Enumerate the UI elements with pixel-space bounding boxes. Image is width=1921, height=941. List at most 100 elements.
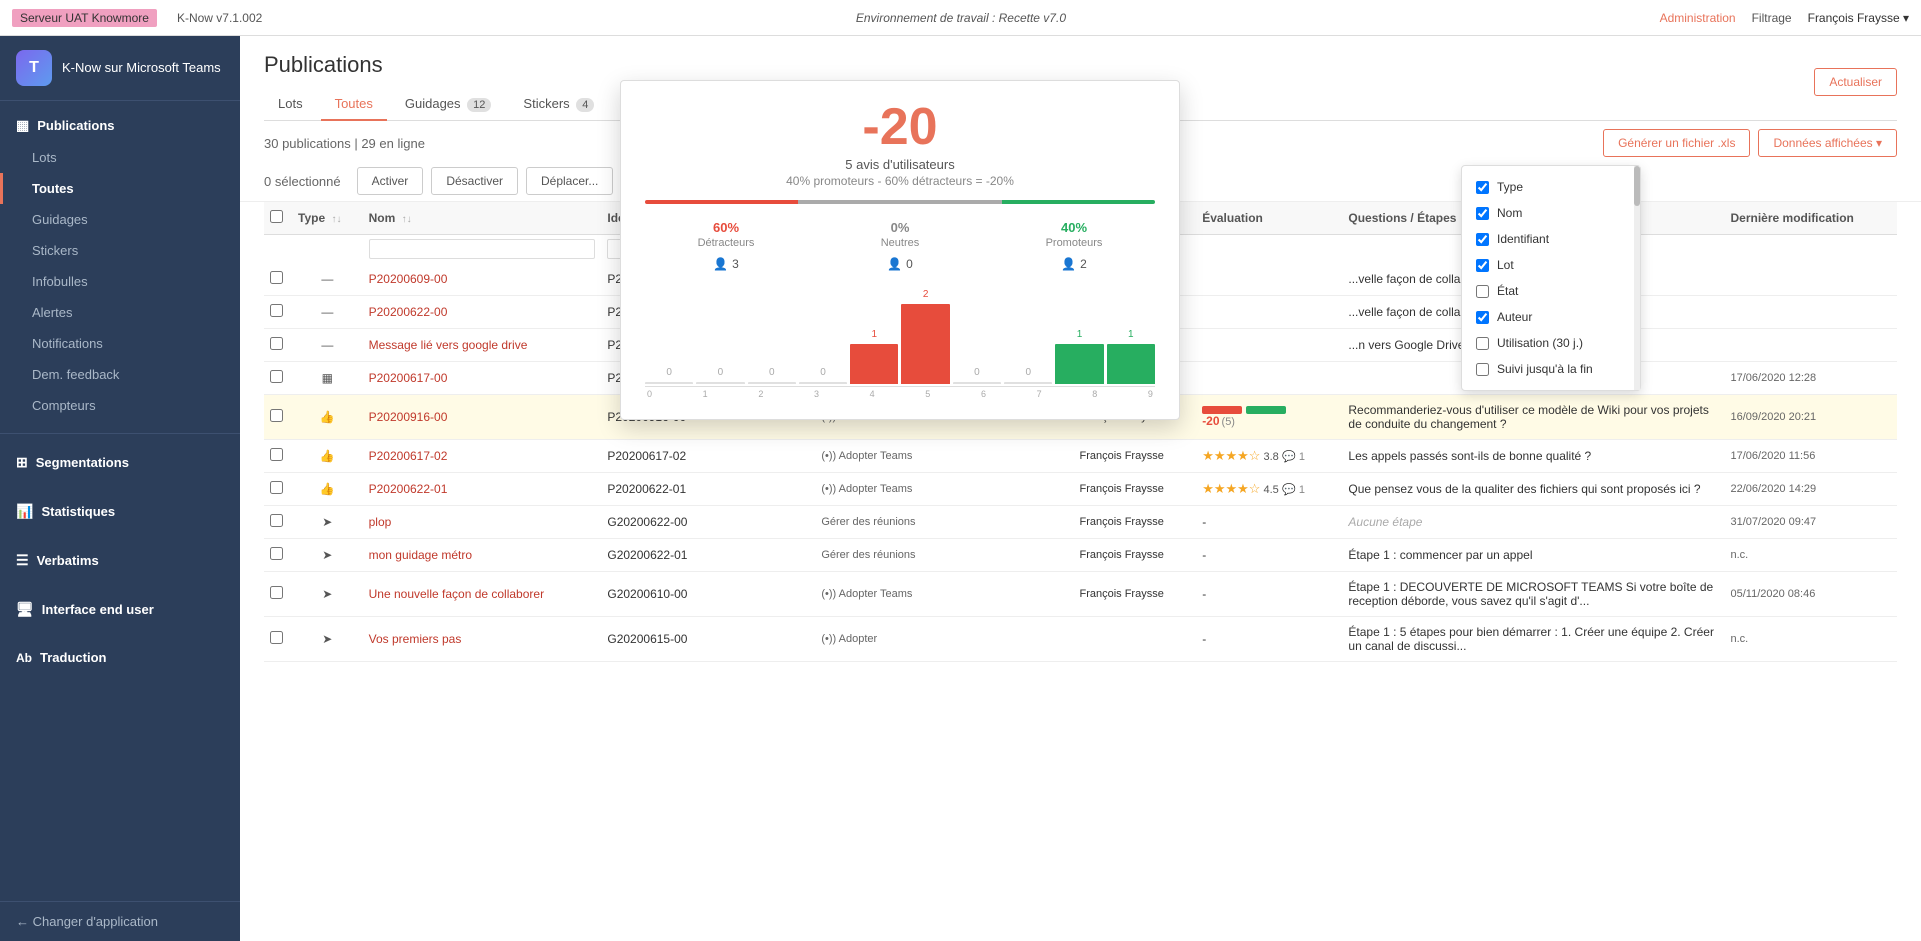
sidebar-header-publications[interactable]: ▦ Publications xyxy=(0,109,240,142)
row-checkbox[interactable] xyxy=(270,547,283,560)
dropdown-item-nom[interactable]: Nom xyxy=(1462,200,1640,226)
row-checkbox-cell xyxy=(264,263,292,296)
row-nom-link[interactable]: P20200617-02 xyxy=(369,449,448,463)
row-nom[interactable]: P20200622-00 xyxy=(363,296,602,329)
activer-button[interactable]: Activer xyxy=(357,167,424,195)
row-nom-link[interactable]: P20200622-00 xyxy=(369,305,448,319)
dropdown-item-auteur[interactable]: Auteur xyxy=(1462,304,1640,330)
row-checkbox[interactable] xyxy=(270,448,283,461)
checkbox-nom[interactable] xyxy=(1476,207,1489,220)
sidebar-item-toutes[interactable]: Toutes xyxy=(0,173,240,204)
change-app-button[interactable]: ← Changer d'application xyxy=(0,901,240,941)
th-type[interactable]: Type ↑↓ xyxy=(292,202,363,235)
row-checkbox[interactable] xyxy=(270,370,283,383)
row-nom-link[interactable]: P20200609-00 xyxy=(369,272,448,286)
dropdown-item-utilisation[interactable]: Utilisation (30 j.) xyxy=(1462,330,1640,356)
sidebar-item-stickers[interactable]: Stickers xyxy=(0,235,240,266)
row-nom[interactable]: P20200617-00 xyxy=(363,362,602,395)
row-checkbox[interactable] xyxy=(270,481,283,494)
checkbox-auteur[interactable] xyxy=(1476,311,1489,324)
dropdown-item-identifiant[interactable]: Identifiant xyxy=(1462,226,1640,252)
row-nom-link[interactable]: P20200622-01 xyxy=(369,482,448,496)
row-nom[interactable]: P20200617-02 xyxy=(363,440,602,473)
checkbox-type[interactable] xyxy=(1476,181,1489,194)
row-nom[interactable]: plop xyxy=(363,506,602,539)
row-nom[interactable]: Vos premiers pas xyxy=(363,617,602,662)
checkbox-utilisation[interactable] xyxy=(1476,337,1489,350)
row-nom-link[interactable]: mon guidage métro xyxy=(369,548,472,562)
user-menu[interactable]: François Fraysse ▾ xyxy=(1808,11,1909,25)
row-checkbox[interactable] xyxy=(270,304,283,317)
sidebar-item-notifications[interactable]: Notifications xyxy=(0,328,240,359)
row-checkbox[interactable] xyxy=(270,409,283,422)
sidebar-item-guidages[interactable]: Guidages xyxy=(0,204,240,235)
tab-lots[interactable]: Lots xyxy=(264,88,317,121)
filter-checkbox-cell xyxy=(264,235,292,264)
checkbox-etat[interactable] xyxy=(1476,285,1489,298)
dropdown-item-lot[interactable]: Lot xyxy=(1462,252,1640,278)
actualiser-button[interactable]: Actualiser xyxy=(1814,68,1897,96)
desactiver-button[interactable]: Désactiver xyxy=(431,167,518,195)
sidebar-item-infobulles[interactable]: Infobulles xyxy=(0,266,240,297)
row-auteur: François Fraysse xyxy=(1073,440,1196,473)
row-nom-link[interactable]: Une nouvelle façon de collaborer xyxy=(369,587,544,601)
sidebar-header-verbatims[interactable]: ☰ Verbatims xyxy=(0,544,240,577)
row-checkbox[interactable] xyxy=(270,271,283,284)
checkbox-suivi[interactable] xyxy=(1476,363,1489,376)
row-nom-link[interactable]: Message lié vers google drive xyxy=(369,338,528,352)
sidebar-item-lots[interactable]: Lots xyxy=(0,142,240,173)
sidebar-item-dem-feedback[interactable]: Dem. feedback xyxy=(0,359,240,390)
th-evaluation[interactable]: Évaluation xyxy=(1196,202,1342,235)
nps-score-display: -20 xyxy=(1202,414,1219,428)
row-nom[interactable]: mon guidage métro xyxy=(363,539,602,572)
generer-xls-button[interactable]: Générer un fichier .xls xyxy=(1603,129,1750,157)
tab-stickers[interactable]: Stickers 4 xyxy=(509,88,608,121)
th-date[interactable]: Dernière modification xyxy=(1725,202,1898,235)
row-nom-link[interactable]: P20200916-00 xyxy=(369,410,448,424)
logo-text: K-Now sur Microsoft Teams xyxy=(62,60,221,77)
admin-link[interactable]: Administration xyxy=(1660,11,1736,25)
tab-toutes[interactable]: Toutes xyxy=(321,88,387,121)
row-nom[interactable]: Une nouvelle façon de collaborer xyxy=(363,572,602,617)
row-checkbox[interactable] xyxy=(270,514,283,527)
nps-axis-label-9: 9 xyxy=(1148,389,1153,399)
row-checkbox-cell xyxy=(264,440,292,473)
nps-axis-label-4: 4 xyxy=(870,389,875,399)
select-all-checkbox[interactable] xyxy=(270,210,283,223)
row-checkbox[interactable] xyxy=(270,337,283,350)
dropdown-item-suivi[interactable]: Suivi jusqu'à la fin xyxy=(1462,356,1640,382)
sidebar-item-compteurs[interactable]: Compteurs xyxy=(0,390,240,421)
sidebar-header-interface[interactable]: 🖥 Interface end user xyxy=(0,593,240,626)
donnees-affichees-button[interactable]: Données affichées ▾ xyxy=(1758,129,1897,157)
row-nom-link[interactable]: plop xyxy=(369,515,392,529)
sidebar-header-statistiques[interactable]: 📊 Statistiques xyxy=(0,495,240,528)
row-nom[interactable]: P20200622-01 xyxy=(363,473,602,506)
tab-guidages[interactable]: Guidages 12 xyxy=(391,88,506,121)
filtrage-link[interactable]: Filtrage xyxy=(1752,11,1792,25)
topbar: Serveur UAT Knowmore K-Now v7.1.002 Envi… xyxy=(0,0,1921,36)
nps-detracteurs-pct: 60% xyxy=(645,220,807,235)
filter-nom-input[interactable] xyxy=(369,239,596,259)
nps-bar-0 xyxy=(645,382,693,384)
th-nom[interactable]: Nom ↑↓ xyxy=(363,202,602,235)
checkbox-lot[interactable] xyxy=(1476,259,1489,272)
row-nom[interactable]: P20200916-00 xyxy=(363,395,602,440)
logo-icon: T xyxy=(16,50,52,86)
row-nom[interactable]: P20200609-00 xyxy=(363,263,602,296)
sidebar-header-traduction[interactable]: Ab Traduction xyxy=(0,642,240,673)
row-nom-link[interactable]: P20200617-00 xyxy=(369,371,448,385)
checkbox-identifiant[interactable] xyxy=(1476,233,1489,246)
deplacer-button[interactable]: Déplacer... xyxy=(526,167,613,195)
row-nom-link[interactable]: Vos premiers pas xyxy=(369,632,462,646)
rating-value: 4.5 xyxy=(1263,484,1278,496)
table-row: ➤mon guidage métroG20200622-01Gérer des … xyxy=(264,539,1897,572)
row-checkbox[interactable] xyxy=(270,631,283,644)
sidebar-item-alertes[interactable]: Alertes xyxy=(0,297,240,328)
nps-neutres-count: 👤 0 xyxy=(819,257,981,271)
row-nom[interactable]: Message lié vers google drive xyxy=(363,329,602,362)
row-etat xyxy=(1029,440,1073,473)
dropdown-item-etat[interactable]: État xyxy=(1462,278,1640,304)
dropdown-item-type[interactable]: Type xyxy=(1462,174,1640,200)
row-checkbox[interactable] xyxy=(270,586,283,599)
sidebar-header-segmentations[interactable]: ⊞ Segmentations xyxy=(0,446,240,479)
